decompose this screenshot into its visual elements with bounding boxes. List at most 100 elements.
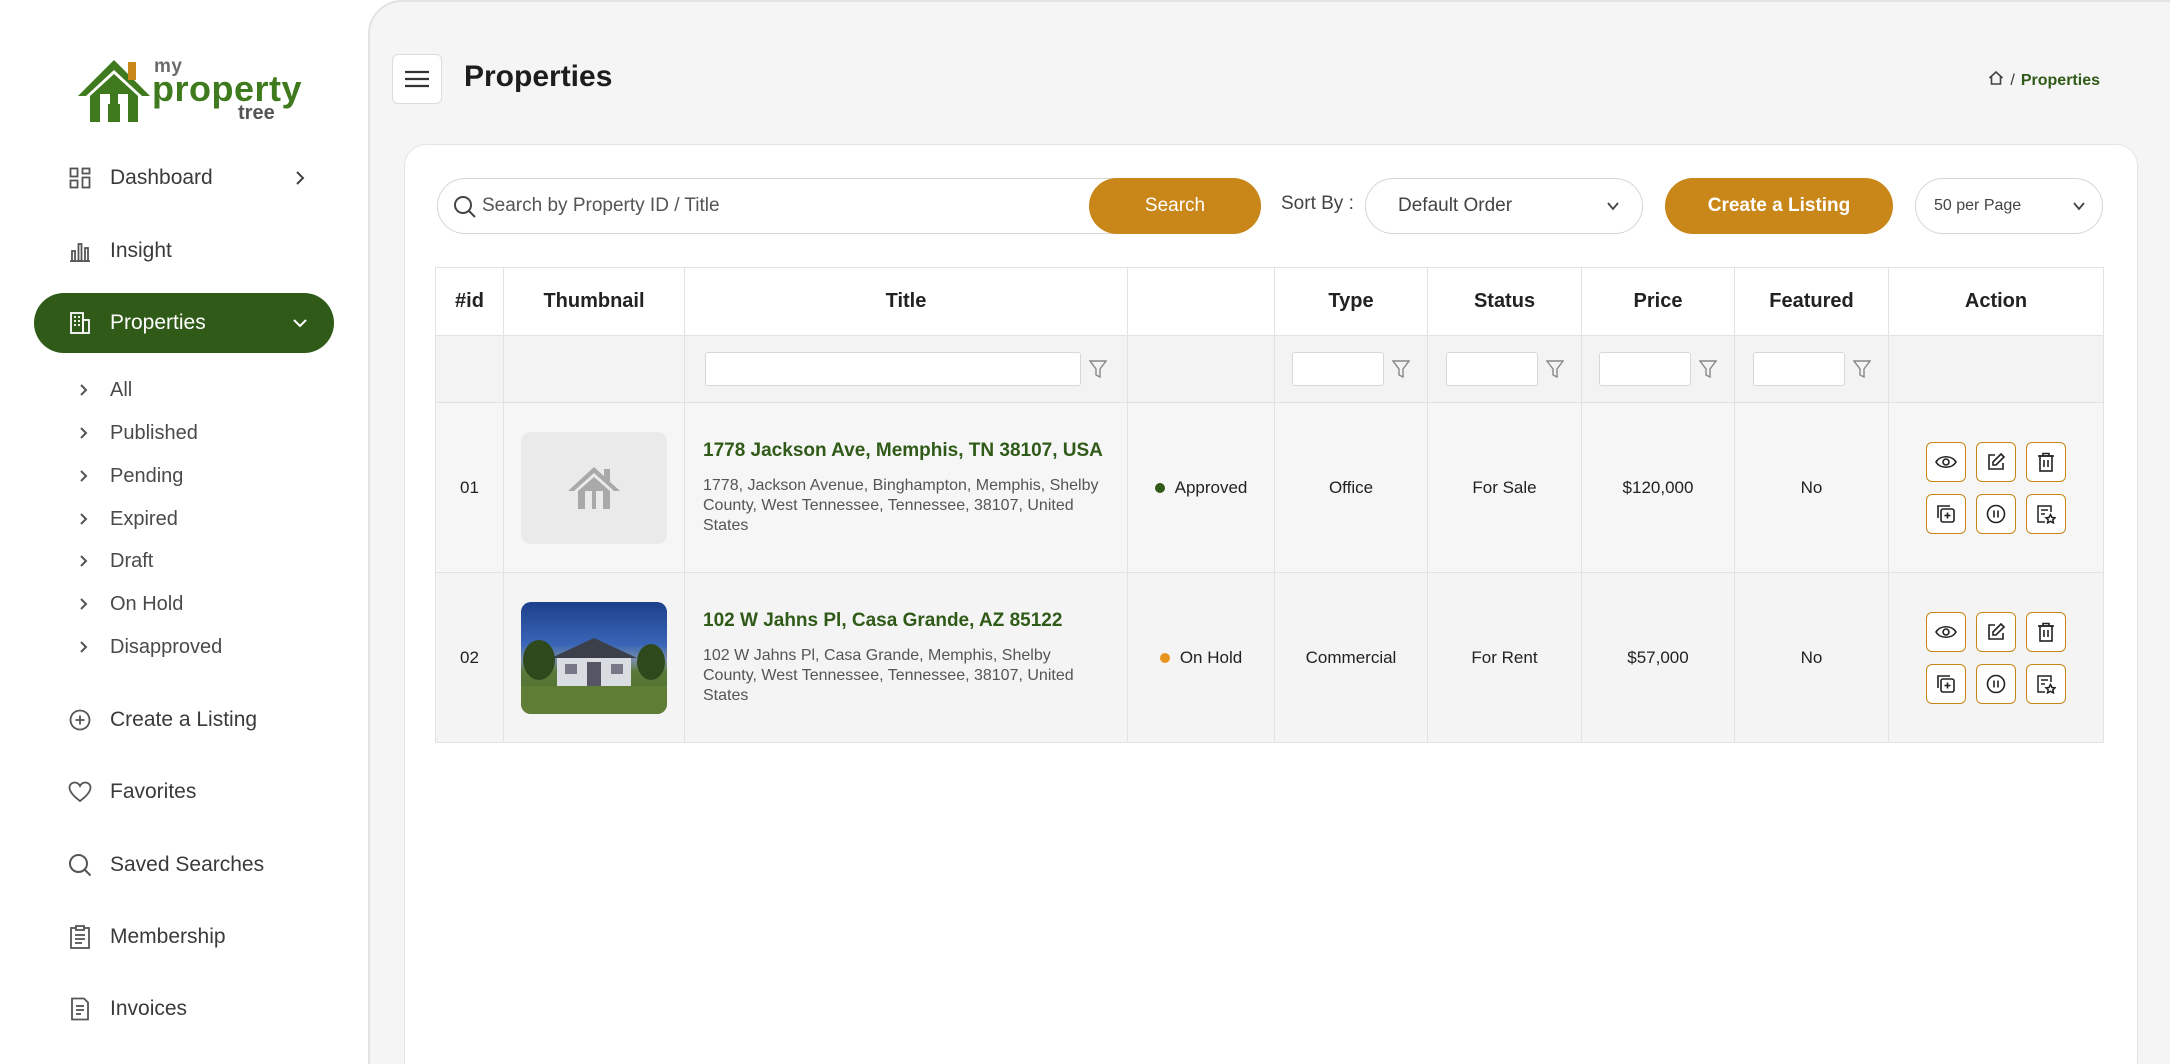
per-page-select[interactable]: 50 per Page	[1915, 178, 2103, 234]
sidebar-item-membership[interactable]: Membership	[34, 907, 334, 967]
sidebar-subitem-expired[interactable]: Expired	[76, 501, 326, 537]
row-title-cell: 1778 Jackson Ave, Memphis, TN 38107, USA…	[684, 402, 1128, 573]
row-approval-cell: Approved	[1127, 402, 1275, 573]
eye-icon	[1935, 625, 1957, 638]
property-title-link[interactable]: 1778 Jackson Ave, Memphis, TN 38107, USA	[703, 440, 1109, 462]
pause-icon	[1986, 674, 2006, 693]
col-header-price[interactable]: Price	[1581, 267, 1735, 336]
sidebar-subitem-on-hold[interactable]: On Hold	[76, 586, 326, 622]
pause-button[interactable]	[1976, 493, 2016, 534]
status-filter-input[interactable]	[1445, 352, 1538, 386]
breadcrumb: / Properties	[1988, 70, 2100, 91]
sidebar-subitem-disapproved[interactable]: Disapproved	[76, 629, 326, 665]
row-status: For Sale	[1427, 402, 1582, 573]
delete-button[interactable]	[2026, 611, 2066, 652]
sidebar-subitem-label: On Hold	[110, 593, 184, 615]
sidebar-subitem-all[interactable]: All	[76, 372, 326, 408]
sidebar-subitem-label: Disapproved	[110, 636, 223, 658]
duplicate-button[interactable]	[1926, 663, 1966, 704]
house-photo-image	[521, 637, 667, 714]
sidebar-subitem-label: Draft	[110, 550, 154, 572]
col-header-type[interactable]: Type	[1274, 267, 1428, 336]
search-input[interactable]	[482, 179, 1082, 233]
col-header-status[interactable]: Status	[1427, 267, 1582, 336]
price-filter-input[interactable]	[1599, 352, 1691, 386]
feature-button[interactable]	[2026, 493, 2066, 534]
sidebar-item-saved-searches[interactable]: Saved Searches	[34, 835, 334, 895]
row-thumbnail-cell	[503, 402, 685, 573]
feature-button[interactable]	[2026, 663, 2066, 704]
filter-cell-price	[1581, 335, 1735, 403]
edit-icon	[1988, 622, 2006, 640]
sidebar-item-favorites[interactable]: Favorites	[34, 762, 334, 822]
view-button[interactable]	[1926, 611, 1966, 652]
chevron-right-icon	[80, 384, 88, 396]
row-price: $120,000	[1581, 402, 1735, 573]
chevron-down-icon	[1607, 202, 1619, 211]
filter-icon[interactable]	[1392, 360, 1410, 378]
type-filter-input[interactable]	[1292, 352, 1384, 386]
approved-status-dot	[1154, 482, 1165, 493]
search-icon	[454, 196, 476, 218]
eye-icon	[1935, 455, 1957, 468]
filter-cell-empty	[503, 335, 685, 403]
edit-button[interactable]	[1976, 611, 2016, 652]
sidebar-item-label: Dashboard	[110, 166, 213, 189]
plus-circle-icon	[68, 708, 92, 732]
house-placeholder-icon	[568, 466, 620, 509]
sidebar-item-dashboard[interactable]: Dashboard	[34, 148, 334, 208]
featured-filter-input[interactable]	[1752, 352, 1845, 386]
main-panel: Properties / Properties Search Sort By :…	[368, 0, 2170, 1064]
heart-icon	[68, 780, 92, 804]
sort-select[interactable]: Default Order	[1365, 178, 1643, 234]
menu-toggle-button[interactable]	[392, 54, 442, 104]
building-icon	[68, 311, 92, 335]
row-actions-cell	[1888, 402, 2104, 573]
sidebar-subitem-published[interactable]: Published	[76, 415, 326, 451]
sidebar-item-label: Membership	[110, 925, 226, 948]
home-icon[interactable]	[1988, 70, 2004, 91]
duplicate-button[interactable]	[1926, 493, 1966, 534]
breadcrumb-separator: /	[2010, 71, 2015, 89]
chevron-down-icon	[288, 311, 312, 335]
row-featured: No	[1734, 572, 1889, 743]
thumbnail-photo[interactable]	[521, 601, 667, 714]
filter-cell-featured	[1734, 335, 1889, 403]
sidebar-item-properties[interactable]: Properties	[34, 293, 334, 353]
edit-button[interactable]	[1976, 441, 2016, 482]
filter-icon[interactable]	[1852, 360, 1871, 378]
document-star-icon	[2037, 674, 2056, 694]
sidebar-item-create-listing[interactable]: Create a Listing	[34, 690, 334, 750]
filter-icon[interactable]	[1545, 360, 1564, 378]
sidebar-item-invoices[interactable]: Invoices	[34, 979, 334, 1039]
pause-icon	[1986, 504, 2006, 523]
sidebar-item-insight[interactable]: Insight	[34, 221, 334, 281]
col-header-featured[interactable]: Featured	[1734, 267, 1889, 336]
search-button[interactable]: Search	[1089, 178, 1261, 234]
filter-cell-empty	[1888, 335, 2104, 403]
filter-icon[interactable]	[1699, 360, 1717, 378]
trash-icon	[2038, 622, 2054, 642]
col-header-id[interactable]: #id	[435, 267, 504, 336]
chevron-right-icon	[288, 166, 312, 190]
properties-table: #id Thumbnail Title Type Status Price Fe…	[435, 267, 2104, 743]
duplicate-icon	[1937, 504, 1955, 523]
hamburger-icon	[405, 70, 429, 88]
trash-icon	[2038, 452, 2054, 472]
title-filter-input[interactable]	[705, 352, 1081, 386]
clipboard-icon	[68, 925, 92, 949]
thumbnail-placeholder[interactable]	[521, 431, 667, 544]
sidebar-subitem-draft[interactable]: Draft	[76, 543, 326, 579]
filter-icon[interactable]	[1089, 360, 1107, 378]
col-header-title[interactable]: Title	[684, 267, 1128, 336]
chevron-right-icon	[80, 641, 88, 653]
brand-logo[interactable]: my property tree	[74, 52, 304, 126]
sidebar-subitem-pending[interactable]: Pending	[76, 458, 326, 494]
invoice-icon	[68, 997, 92, 1021]
create-listing-button[interactable]: Create a Listing	[1665, 178, 1893, 234]
pause-button[interactable]	[1976, 663, 2016, 704]
row-thumbnail-cell	[503, 572, 685, 743]
property-title-link[interactable]: 102 W Jahns Pl, Casa Grande, AZ 85122	[703, 610, 1109, 632]
view-button[interactable]	[1926, 441, 1966, 482]
delete-button[interactable]	[2026, 441, 2066, 482]
